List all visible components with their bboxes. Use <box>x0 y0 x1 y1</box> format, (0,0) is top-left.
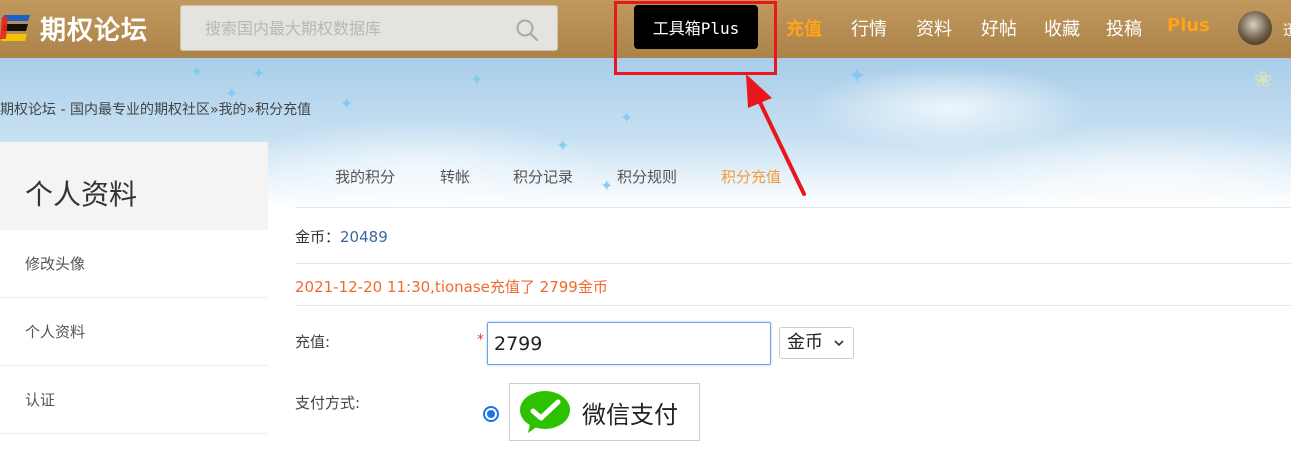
tab-credit-rules[interactable]: 积分规则 <box>617 166 677 187</box>
butterfly-icon: ✦ <box>556 136 570 155</box>
annotation-arrow-icon <box>746 74 806 196</box>
gold-label: 金币： <box>295 228 341 246</box>
butterfly-icon: ✦ <box>620 108 634 127</box>
butterfly-icon: ✦ <box>190 62 204 81</box>
search-box <box>180 5 558 51</box>
logo-mark-icon <box>0 15 30 41</box>
recharge-amount-input[interactable] <box>487 322 771 365</box>
breadcrumb-mine-link[interactable]: 我的 <box>219 102 247 118</box>
tab-credit-log[interactable]: 积分记录 <box>513 166 573 187</box>
breadcrumb-separator: » <box>209 102 219 118</box>
butterfly-icon: ✦ <box>470 70 484 89</box>
gold-balance-row: 金币：20489 <box>295 215 1291 264</box>
search-input[interactable] <box>181 6 501 50</box>
sidebar: 个人资料 修改头像 个人资料 认证 <box>0 142 268 453</box>
nav-item-submit[interactable]: 投稿 <box>1106 15 1142 41</box>
annotation-highlight-box <box>614 1 777 75</box>
chevron-down-icon <box>834 340 844 347</box>
breadcrumb-home-link[interactable]: 期权论坛 - 国内最专业的期权社区 <box>0 102 210 118</box>
payment-method-label: 支付方式: <box>295 394 361 412</box>
butterfly-icon: ✦ <box>848 64 867 89</box>
tab-transfer[interactable]: 转帐 <box>440 166 470 187</box>
leaf-icon: ❀ <box>1254 68 1273 93</box>
breadcrumb-current[interactable]: 积分充值 <box>255 102 311 118</box>
wechat-pay-option[interactable]: 微信支付 <box>509 383 700 441</box>
nav-item-plus[interactable]: Plus <box>1167 15 1210 36</box>
sidebar-title: 个人资料 <box>0 142 268 230</box>
wechat-icon <box>520 391 570 433</box>
nav-item-quotes[interactable]: 行情 <box>851 15 887 41</box>
nav-item-materials[interactable]: 资料 <box>916 15 952 41</box>
search-icon[interactable] <box>515 18 539 42</box>
user-name[interactable]: 迅 <box>1283 20 1291 40</box>
currency-select[interactable]: 金币 <box>779 327 854 359</box>
wechat-pay-radio[interactable] <box>483 406 499 422</box>
recharge-notice: 2021-12-20 11:30,tionase充值了 2799金币 <box>295 264 1291 306</box>
sidebar-item-verification[interactable]: 认证 <box>0 366 268 434</box>
currency-selected-value: 金币 <box>787 332 823 353</box>
recharge-label: 充值: <box>295 333 331 351</box>
nav-item-top-posts[interactable]: 好帖 <box>981 15 1017 41</box>
butterfly-icon: ✦ <box>340 94 354 113</box>
butterfly-icon: ✦ <box>252 64 266 83</box>
site-logo[interactable]: 期权论坛 <box>0 9 148 47</box>
gold-value: 20489 <box>340 228 388 246</box>
logo-text: 期权论坛 <box>40 15 149 46</box>
sidebar-item-profile[interactable]: 个人资料 <box>0 298 268 366</box>
breadcrumb: 期权论坛 - 国内最专业的期权社区»我的»积分充值 <box>0 99 311 119</box>
wechat-pay-label: 微信支付 <box>582 400 678 429</box>
nav-item-favorites[interactable]: 收藏 <box>1044 15 1080 41</box>
tab-my-credits[interactable]: 我的积分 <box>335 166 395 187</box>
avatar[interactable] <box>1238 11 1272 45</box>
required-mark: * <box>477 332 484 348</box>
breadcrumb-separator: » <box>246 102 256 118</box>
sidebar-item-change-avatar[interactable]: 修改头像 <box>0 230 268 298</box>
nav-item-recharge[interactable]: 充值 <box>786 15 822 41</box>
